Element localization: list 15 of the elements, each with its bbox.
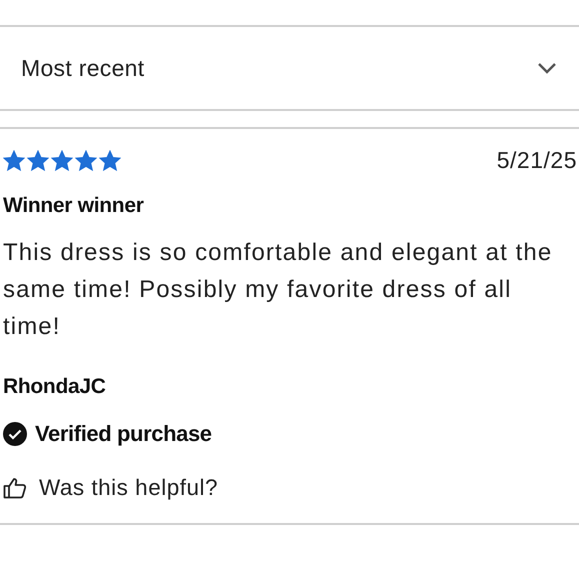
review-date: 5/21/25 <box>496 147 577 174</box>
star-icon <box>75 150 97 172</box>
helpful-button[interactable]: Was this helpful? <box>3 475 218 501</box>
review-text: This dress is so comfortable and elegant at the same time! Possibly my favorite dress of all time! <box>3 238 554 342</box>
star-icon <box>99 150 121 172</box>
thumbs-up-icon <box>3 477 27 499</box>
chevron-down-icon <box>537 62 557 74</box>
verified-label: Verified purchase <box>35 421 212 447</box>
star-icon <box>27 150 49 172</box>
check-circle-icon <box>3 422 27 446</box>
reviewer-name: RhondaJC <box>3 375 107 399</box>
star-icon <box>51 150 73 172</box>
review-title: Winner winner <box>3 194 145 218</box>
star-icon <box>3 150 25 172</box>
sort-dropdown[interactable]: Most recent <box>0 25 579 111</box>
